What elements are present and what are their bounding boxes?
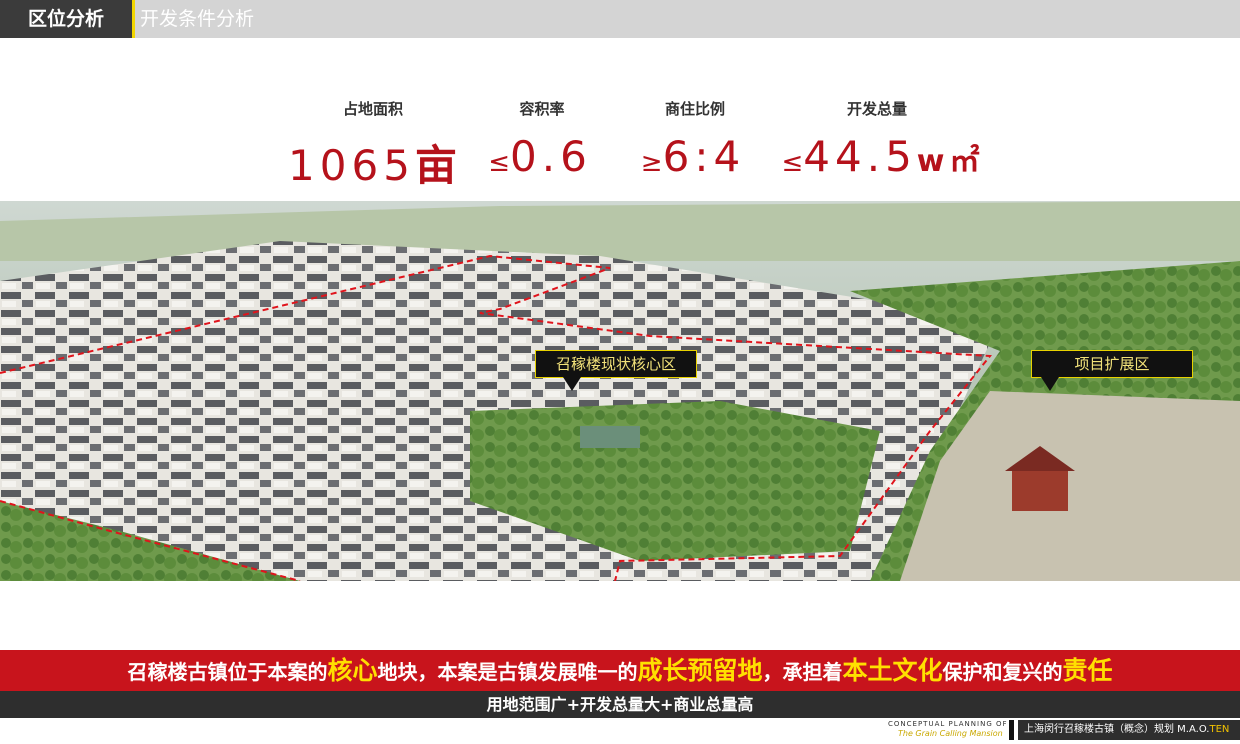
banner-highlight-culture: 本土文化 — [842, 656, 943, 685]
banner-highlight-reserve: 成长预留地 — [637, 656, 763, 685]
land-area-number: 1065 — [288, 141, 415, 190]
callout-core-pointer — [563, 377, 581, 391]
total-development-unit: w㎡ — [916, 144, 985, 179]
banner-text-1: 召稼楼古镇位于本案的 — [127, 660, 328, 684]
summary-banner: 召稼楼古镇位于本案的核心地块，本案是古镇发展唯一的成长预留地，承担着本土文化保护… — [0, 650, 1240, 691]
footer-divider — [1009, 720, 1014, 740]
callout-expansion-pointer — [1041, 377, 1059, 391]
footer-project-name: 上海闵行召稼楼古镇（概念）规划 M.A.O. — [1024, 724, 1210, 735]
header-accent-bar — [132, 0, 135, 38]
footer-english-title: CONCEPTUAL PLANNING OF — [888, 720, 1008, 728]
plot-ratio-number: 0.6 — [510, 132, 592, 181]
garden-pond — [580, 426, 640, 448]
footer-brand: TEN — [1209, 724, 1230, 735]
banner-text-4: 保护和复兴的 — [942, 660, 1063, 684]
banner-highlight-core: 核心 — [327, 656, 378, 685]
pavilion-body — [1012, 471, 1068, 511]
footer-project-title: 上海闵行召稼楼古镇（概念）规划 M.A.O.TEN — [1018, 720, 1240, 740]
page-subtitle: 开发条件分析 — [140, 8, 255, 30]
banner-text-3: ，承担着 — [762, 660, 843, 684]
header-bar: 区位分析 开发条件分析 — [0, 0, 1240, 38]
callout-core-area: 召稼楼现状核心区 — [535, 350, 697, 378]
plot-ratio-operator: ≤ — [488, 148, 510, 178]
section-title: 区位分析 — [0, 0, 132, 38]
total-development-operator: ≤ — [781, 148, 804, 178]
stat-value-total-development: ≤44.5w㎡ — [778, 132, 988, 181]
sub-banner: 用地范围广+开发总量大+商业总量高 — [0, 691, 1240, 718]
aerial-photo-illustration — [0, 201, 1240, 581]
footer-english-subtitle: The Grain Calling Mansion — [898, 729, 1003, 738]
aerial-photo — [0, 201, 1240, 581]
stat-label-land-area: 占地面积 — [342, 100, 403, 118]
commercial-ratio-number: 6:4 — [662, 132, 746, 181]
total-development-number: 44.5 — [803, 132, 917, 181]
commercial-ratio-operator: ≥ — [640, 148, 663, 178]
banner-highlight-responsibility: 责任 — [1062, 656, 1113, 685]
banner-text-2: 地块，本案是古镇发展唯一的 — [377, 660, 638, 684]
stat-label-commercial-ratio: 商住比例 — [664, 100, 725, 118]
stat-label-total-development: 开发总量 — [846, 100, 907, 118]
callout-expansion-area: 项目扩展区 — [1031, 350, 1193, 378]
stat-value-commercial-ratio: ≥6:4 — [593, 132, 793, 181]
stat-label-plot-ratio: 容积率 — [519, 100, 565, 118]
